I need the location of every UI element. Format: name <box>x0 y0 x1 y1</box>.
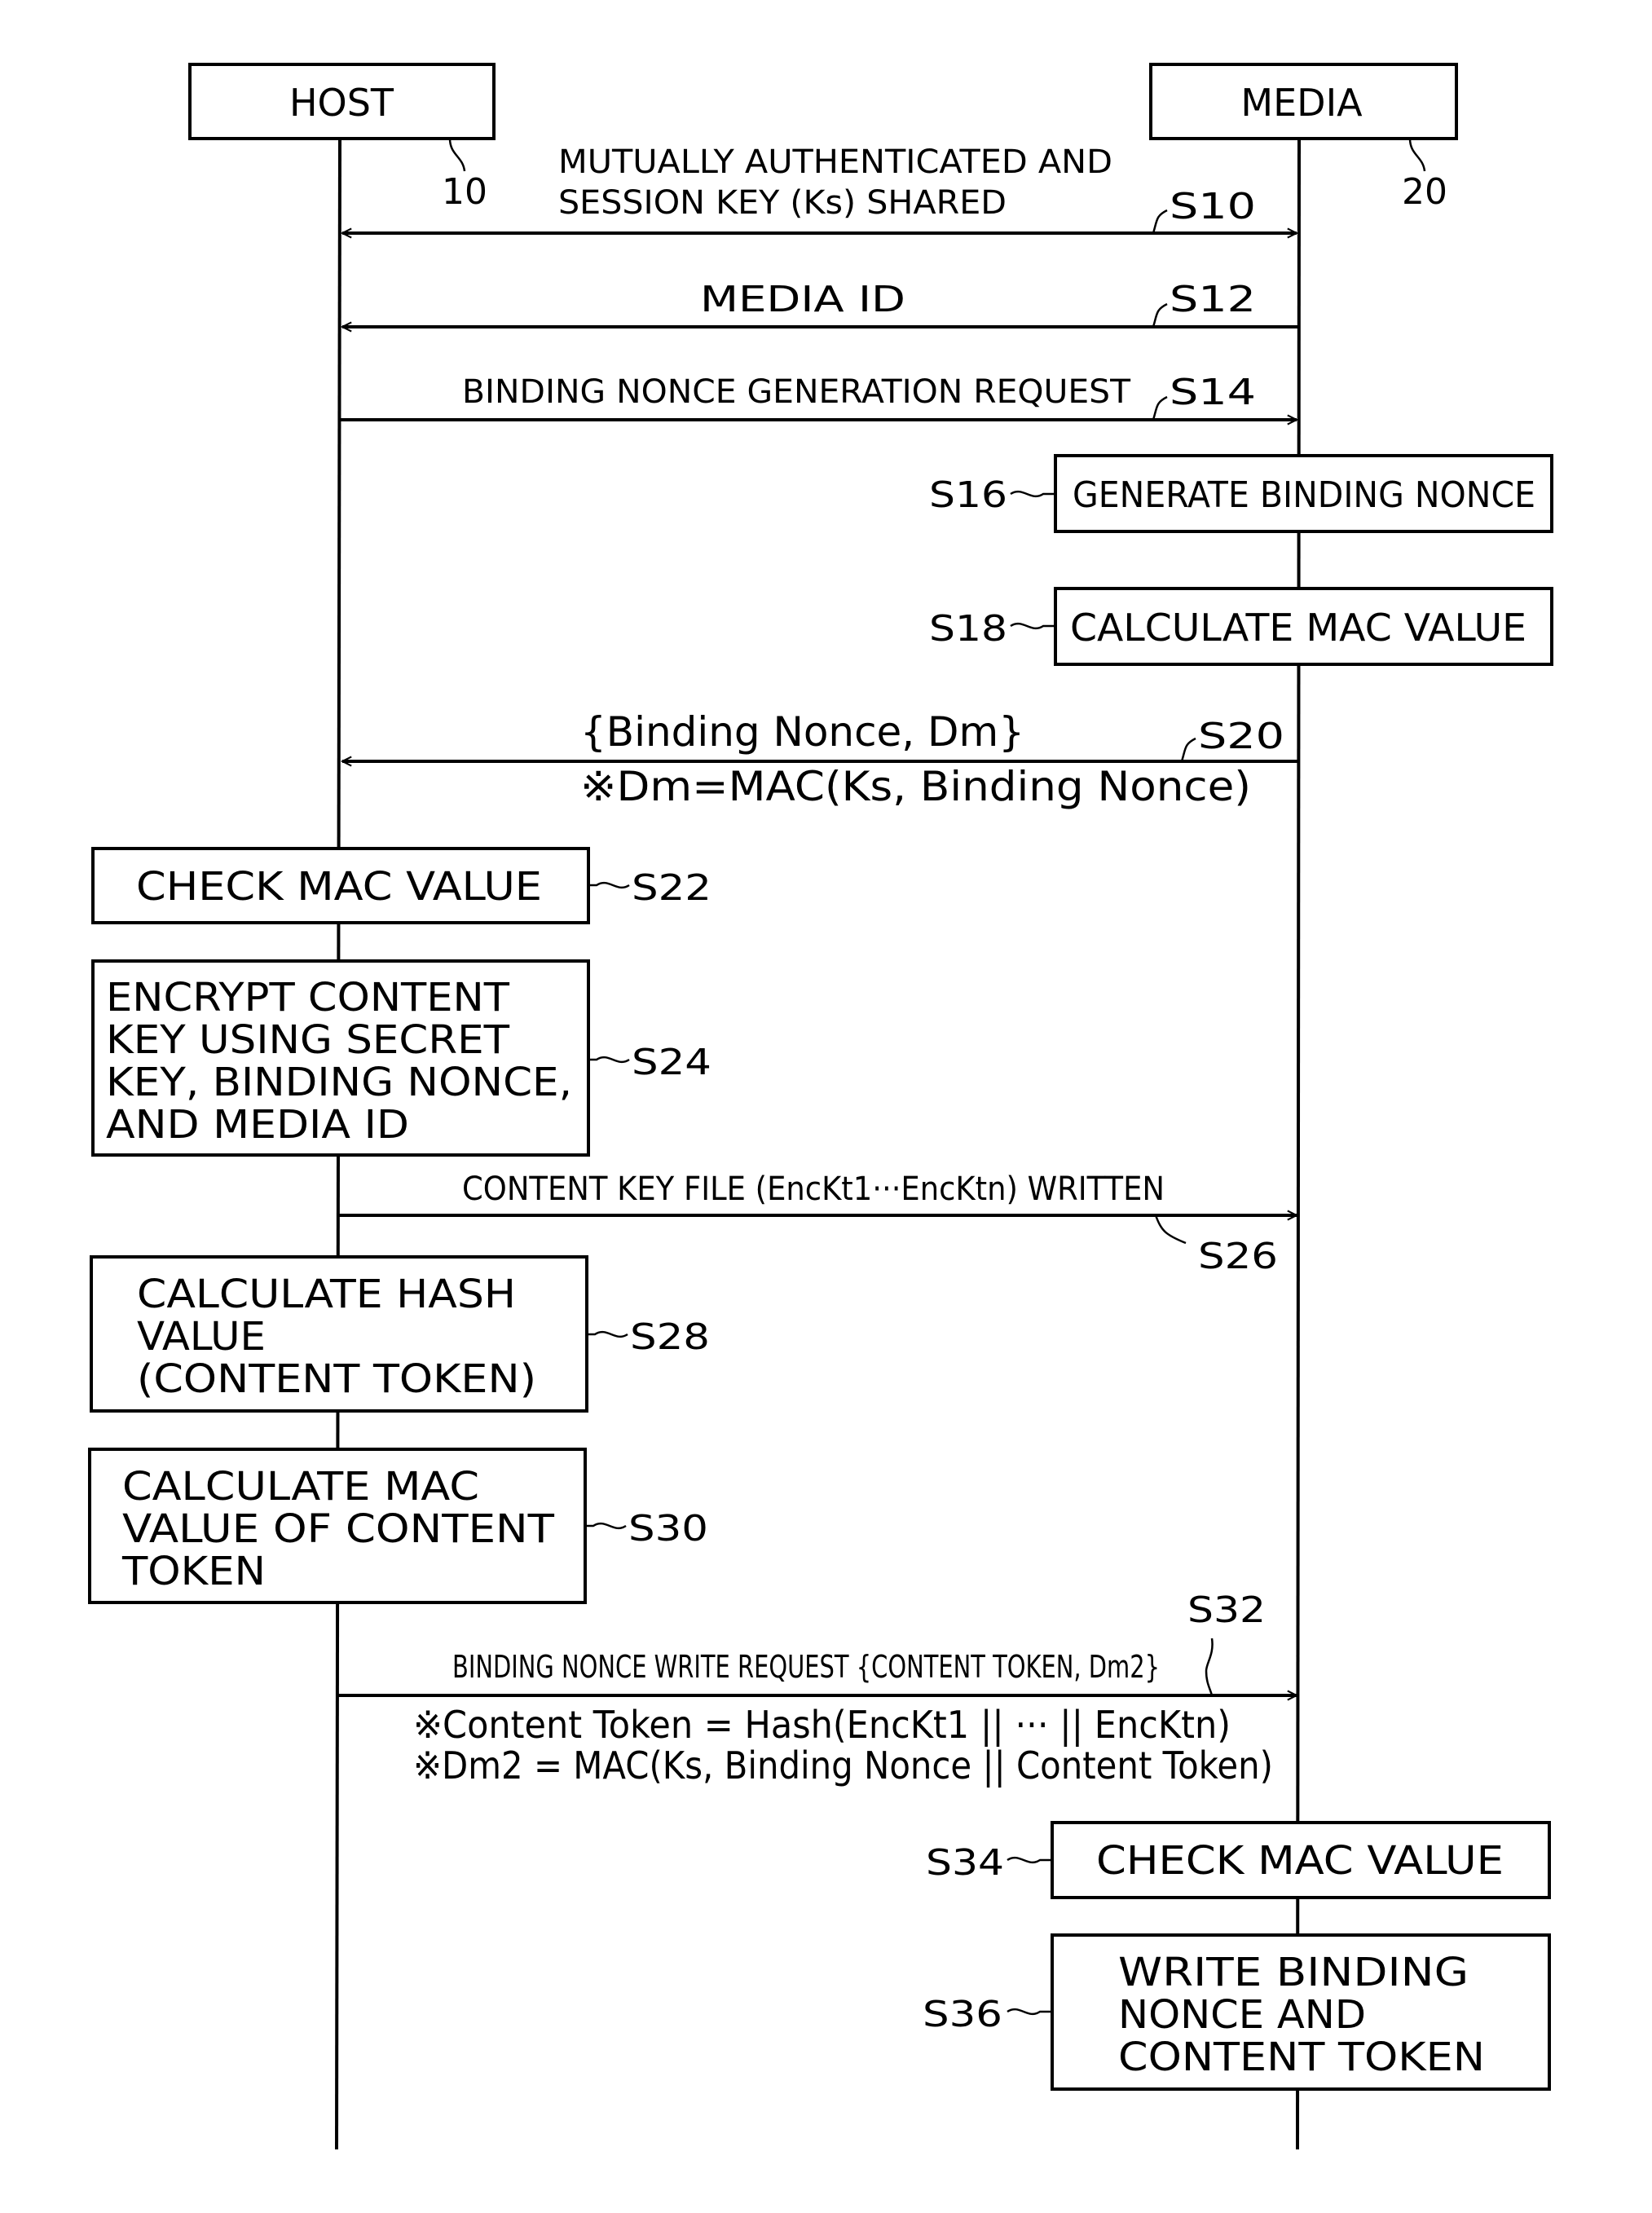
message-s26-label: CONTENT KEY FILE (EncKt1···EncKtn) WRITT… <box>462 1170 1165 1208</box>
process-s36-text-line1: WRITE BINDING <box>1118 1950 1469 1995</box>
process-s36-text-line3: CONTENT TOKEN <box>1118 2034 1485 2080</box>
message-s12-label: MEDIA ID <box>700 279 905 320</box>
process-s28-text-line3: (CONTENT TOKEN) <box>137 1356 536 1402</box>
message-s32: BINDING NONCE WRITE REQUEST {CONTENT TOK… <box>337 1589 1297 1788</box>
process-s36-step: S36 <box>923 1994 1002 2035</box>
process-s28-text-line2: VALUE <box>137 1314 266 1360</box>
message-s12-step: S12 <box>1170 279 1256 320</box>
process-s22-step: S22 <box>632 867 711 909</box>
media-actor-label: MEDIA <box>1240 81 1363 125</box>
message-s26-step: S26 <box>1198 1236 1278 1277</box>
message-s20: {Binding Nonce, Dm} ※Dm=MAC(Ks, Binding … <box>342 708 1297 810</box>
process-s30-text-line1: CALCULATE MAC <box>122 1464 479 1510</box>
host-ref-leader: 10 <box>442 138 487 213</box>
message-s14-step: S14 <box>1170 372 1256 413</box>
message-s20-step: S20 <box>1198 716 1284 757</box>
message-s10-label-line2: SESSION KEY (Ks) SHARED <box>558 184 1007 222</box>
message-s32-step: S32 <box>1187 1589 1266 1631</box>
media-ref-number: 20 <box>1402 171 1447 213</box>
process-s22: CHECK MAC VALUE S22 <box>91 847 711 924</box>
process-s24-text-line4: AND MEDIA ID <box>106 1102 409 1148</box>
process-s18: CALCULATE MAC VALUE S18 <box>929 587 1553 666</box>
process-s24-text-line3: KEY, BINDING NONCE, <box>106 1060 572 1105</box>
process-s30: CALCULATE MAC VALUE OF CONTENT TOKEN S30 <box>88 1448 708 1604</box>
process-s24-text-line2: KEY USING SECRET <box>106 1017 510 1063</box>
message-s20-label: {Binding Nonce, Dm} <box>580 708 1024 756</box>
process-s36: WRITE BINDING NONCE AND CONTENT TOKEN S3… <box>923 1933 1551 2091</box>
process-s16: GENERATE BINDING NONCE S16 <box>929 454 1553 533</box>
message-s14-label: BINDING NONCE GENERATION REQUEST <box>462 373 1131 411</box>
process-s28-text-line1: CALCULATE HASH <box>137 1272 516 1317</box>
process-s34-text: CHECK MAC VALUE <box>1096 1838 1504 1884</box>
message-s32-note1: ※Content Token = Hash(EncKt1 || ··· || E… <box>413 1703 1231 1748</box>
process-s34: CHECK MAC VALUE S34 <box>926 1821 1551 1899</box>
message-s20-note: ※Dm=MAC(Ks, Binding Nonce) <box>580 763 1251 810</box>
process-s18-text: CALCULATE MAC VALUE <box>1070 606 1526 650</box>
host-ref-number: 10 <box>442 171 487 213</box>
process-s16-text: GENERATE BINDING NONCE <box>1073 474 1535 516</box>
process-s30-step: S30 <box>628 1508 708 1550</box>
message-s14: BINDING NONCE GENERATION REQUEST S14 <box>340 372 1297 420</box>
media-actor: MEDIA <box>1149 63 1458 140</box>
process-s24: ENCRYPT CONTENT KEY USING SECRET KEY, BI… <box>91 959 711 1157</box>
host-actor-label: HOST <box>289 81 394 125</box>
process-s28-step: S28 <box>630 1316 710 1358</box>
process-s24-step: S24 <box>632 1042 711 1083</box>
process-s36-text-line2: NONCE AND <box>1118 1992 1366 2038</box>
process-s30-text-line3: TOKEN <box>121 1549 266 1594</box>
message-s10-step: S10 <box>1170 186 1256 227</box>
process-s34-step: S34 <box>926 1842 1004 1884</box>
host-actor: HOST <box>188 63 496 140</box>
process-s24-text-line1: ENCRYPT CONTENT <box>106 975 510 1021</box>
message-s32-note2: ※Dm2 = MAC(Ks, Binding Nonce || Content … <box>413 1744 1273 1788</box>
process-s18-step: S18 <box>929 608 1007 650</box>
message-s10-label-line1: MUTUALLY AUTHENTICATED AND <box>558 143 1112 181</box>
process-s30-text-line2: VALUE OF CONTENT <box>122 1506 555 1552</box>
message-s12: MEDIA ID S12 <box>342 279 1297 327</box>
media-ref-leader: 20 <box>1402 138 1447 213</box>
sequence-diagram: HOST 10 MEDIA 20 MUTUALLY AUTHENTICATED … <box>88 63 1553 2150</box>
process-s28: CALCULATE HASH VALUE (CONTENT TOKEN) S28 <box>90 1255 710 1413</box>
process-s22-text: CHECK MAC VALUE <box>136 864 542 910</box>
message-s32-label: BINDING NONCE WRITE REQUEST {CONTENT TOK… <box>452 1649 1160 1685</box>
process-s16-step: S16 <box>929 474 1007 516</box>
